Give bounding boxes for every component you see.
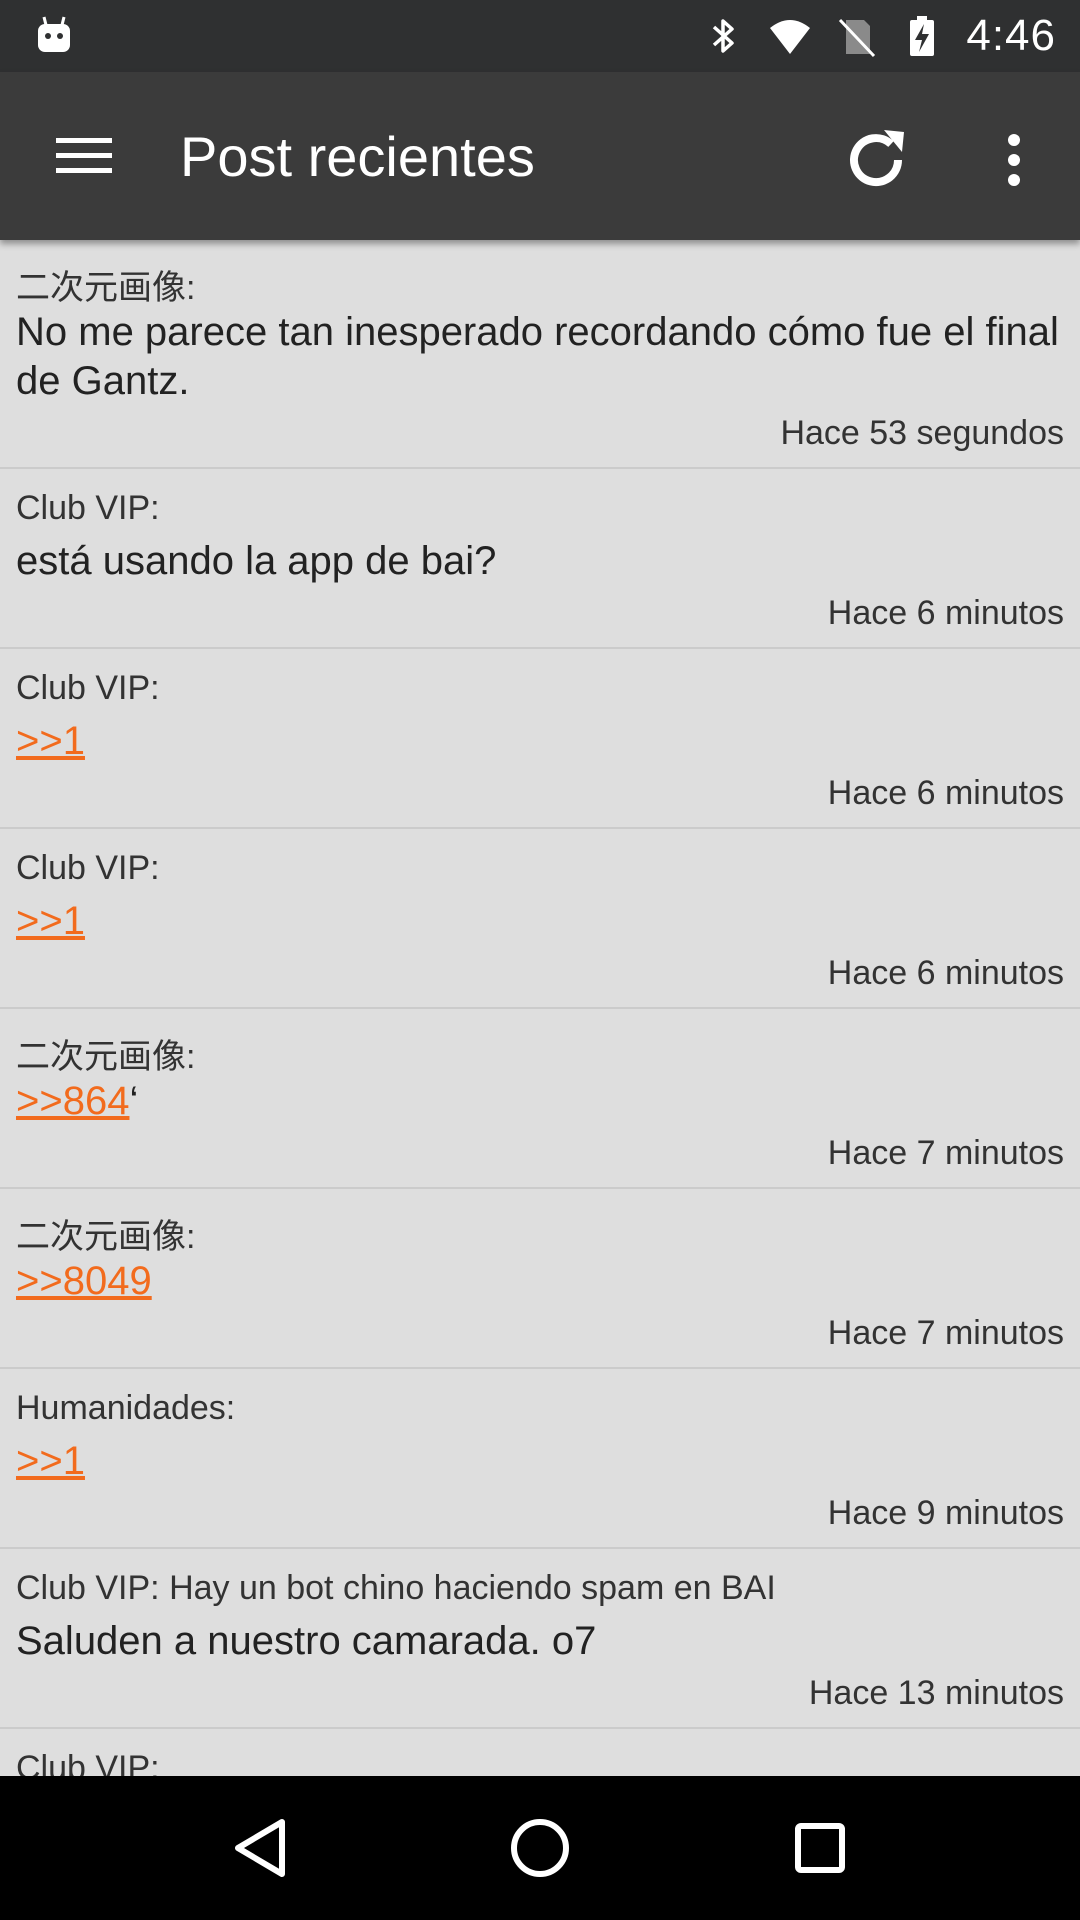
- post-reply-link[interactable]: >>8049: [16, 1259, 152, 1303]
- post-reply-link[interactable]: >>1: [16, 719, 85, 763]
- post-board: 二次元画像:: [16, 269, 196, 307]
- overflow-menu-icon: [1008, 134, 1020, 186]
- recent-posts-list[interactable]: 二次元画像: No me parece tan inesperado recor…: [0, 240, 1080, 1776]
- list-item[interactable]: 二次元画像: >>864‘ Hace 7 minutos: [0, 1009, 1080, 1189]
- home-icon: [511, 1819, 569, 1877]
- list-item[interactable]: Club VIP: >>1 Hace 6 minutos: [0, 649, 1080, 829]
- list-item[interactable]: Humanidades: >>1 Hace 9 minutos: [0, 1369, 1080, 1549]
- post-timestamp: Hace 7 minutos: [827, 1314, 1064, 1352]
- menu-button[interactable]: [42, 120, 126, 192]
- refresh-icon: [850, 130, 904, 187]
- navigation-bar: [0, 1776, 1080, 1920]
- post-reply-link[interactable]: >>1: [16, 899, 85, 943]
- post-timestamp: Hace 13 minutos: [808, 1674, 1064, 1712]
- status-icons: 4:46: [702, 0, 1056, 72]
- list-item[interactable]: Club VIP: Hay un bot chino haciendo spam…: [0, 1549, 1080, 1729]
- post-text-suffix: ‘: [129, 1079, 139, 1123]
- post-body: >>864‘: [16, 1077, 1064, 1126]
- post-board: 二次元画像:: [16, 1218, 196, 1256]
- post-body: No me parece tan inesperado recordando c…: [16, 308, 1064, 406]
- list-item[interactable]: Club VIP: >>1 Hace 6 minutos: [0, 829, 1080, 1009]
- post-timestamp: Hace 6 minutos: [827, 954, 1064, 992]
- overflow-menu-button[interactable]: [984, 120, 1044, 200]
- post-text: Saluden a nuestro camarada. o7: [16, 1619, 597, 1663]
- post-board: 二次元画像:: [16, 1038, 196, 1076]
- post-timestamp: Hace 7 minutos: [827, 1134, 1064, 1172]
- post-body: >>1: [16, 717, 1064, 766]
- post-body: >>1: [16, 1437, 1064, 1486]
- home-button[interactable]: [490, 1798, 590, 1898]
- post-reply-link[interactable]: >>864: [16, 1079, 129, 1123]
- bluetooth-icon: [713, 19, 735, 53]
- post-board: Club VIP: Hay un bot chino haciendo spam…: [16, 1569, 776, 1607]
- post-board: Humanidades:: [16, 1389, 236, 1427]
- post-reply-link[interactable]: >>1: [16, 1439, 85, 1483]
- status-time: 4:46: [966, 11, 1056, 60]
- post-text: No me parece tan inesperado recordando c…: [16, 310, 1059, 403]
- refresh-button[interactable]: [836, 120, 916, 200]
- post-board: Club VIP:: [16, 849, 160, 887]
- battery-charging-icon: [910, 16, 935, 56]
- post-board: Club VIP:: [16, 489, 160, 527]
- android-debug-icon: [38, 16, 70, 52]
- post-body: está usando la app de bai?: [16, 537, 1064, 586]
- no-sim-icon: [839, 18, 876, 58]
- status-bar: 4:46: [0, 0, 1080, 72]
- list-item[interactable]: 二次元画像: No me parece tan inesperado recor…: [0, 240, 1080, 469]
- app-bar: Post recientes: [0, 72, 1080, 240]
- list-item[interactable]: Club VIP:: [0, 1729, 1080, 1776]
- back-button[interactable]: [210, 1798, 310, 1898]
- post-body: >>1: [16, 897, 1064, 946]
- recents-button[interactable]: [770, 1798, 870, 1898]
- post-board: Club VIP:: [16, 1749, 160, 1776]
- list-item[interactable]: 二次元画像: >>8049 Hace 7 minutos: [0, 1189, 1080, 1369]
- wifi-icon: [770, 20, 811, 54]
- post-board: Club VIP:: [16, 669, 160, 707]
- post-text: está usando la app de bai?: [16, 539, 497, 583]
- post-body: Saluden a nuestro camarada. o7: [16, 1617, 1064, 1666]
- post-body: >>8049: [16, 1257, 1064, 1306]
- back-icon: [235, 1819, 285, 1877]
- post-timestamp: Hace 6 minutos: [827, 594, 1064, 632]
- page-title: Post recientes: [180, 124, 535, 188]
- post-timestamp: Hace 53 segundos: [780, 414, 1064, 452]
- post-timestamp: Hace 6 minutos: [827, 774, 1064, 812]
- list-item[interactable]: Club VIP: está usando la app de bai? Hac…: [0, 469, 1080, 649]
- recents-icon: [795, 1823, 845, 1873]
- hamburger-menu-icon: [56, 138, 112, 173]
- post-timestamp: Hace 9 minutos: [827, 1494, 1064, 1532]
